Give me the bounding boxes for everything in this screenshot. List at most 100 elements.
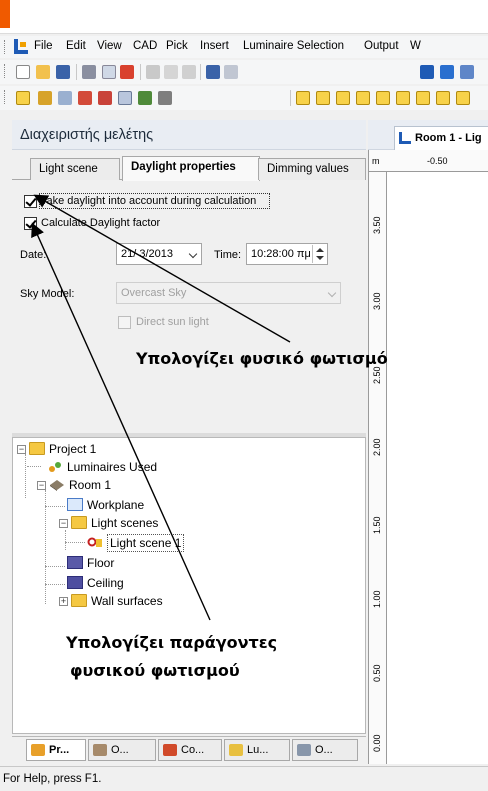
save-icon[interactable] (56, 65, 70, 79)
new-icon[interactable] (16, 65, 30, 79)
side-view-icon[interactable] (460, 65, 474, 79)
calc-ugr-icon[interactable] (456, 91, 470, 105)
calc-surface-icon[interactable] (336, 91, 350, 105)
spin-up-icon[interactable] (316, 248, 324, 252)
tab-label: Co... (181, 744, 205, 756)
tree-item-project[interactable]: − Project 1 (13, 440, 173, 458)
document-tab-room1[interactable]: Room 1 - Lig (394, 126, 488, 150)
calc-daylight-factor-checkbox[interactable] (24, 217, 37, 230)
calc-line-icon[interactable] (376, 91, 390, 105)
time-field[interactable]: 10:28:00 πμ (246, 243, 328, 265)
tab-colors[interactable]: Co... (158, 739, 222, 761)
menu-edit[interactable]: Edit (66, 40, 86, 52)
zoom-window-icon[interactable] (118, 91, 132, 105)
document-tab-label: Room 1 - Lig (415, 132, 482, 144)
print-preview-icon[interactable] (102, 65, 116, 79)
colors-icon (163, 744, 177, 756)
calc-area-icon[interactable] (396, 91, 410, 105)
pdf-icon[interactable] (120, 65, 134, 79)
take-daylight-checkbox[interactable] (24, 195, 37, 208)
ruler-vertical: 3.50 3.00 2.50 2.00 1.50 1.00 0.50 0.00 (369, 172, 387, 764)
tree-item-ceiling[interactable]: Ceiling (67, 574, 167, 592)
calc-room-icon[interactable] (436, 91, 450, 105)
menu-insert[interactable]: Insert (200, 40, 229, 52)
date-picker[interactable]: 21/ 3/2013 (116, 243, 202, 265)
redo-icon[interactable] (224, 65, 238, 79)
menu-pick[interactable]: Pick (166, 40, 188, 52)
pick-icon[interactable] (158, 91, 172, 105)
chevron-down-icon[interactable] (188, 249, 198, 259)
tab-project[interactable]: Pr... (26, 739, 86, 761)
project-manager-header: Διαχειριστής μελέτης (12, 120, 366, 150)
direct-sun-checkbox[interactable] (118, 316, 131, 329)
3d-view-icon[interactable] (420, 65, 434, 79)
tree-item-luminaires-used[interactable]: Luminaires Used (47, 458, 197, 476)
light-scene-icon (87, 537, 102, 547)
tab-daylight-properties[interactable]: Daylight properties (122, 156, 260, 181)
dxf-icon[interactable] (356, 91, 370, 105)
menu-grip[interactable] (4, 40, 7, 54)
time-spinner[interactable] (312, 245, 326, 263)
calc-object-icon[interactable] (416, 91, 430, 105)
ruler-tick-label: 2.00 (372, 438, 382, 456)
open-icon[interactable] (36, 65, 50, 79)
arrange-icon[interactable] (78, 91, 92, 105)
ruler-tick-label: 0.50 (372, 664, 382, 682)
tree-connector (27, 466, 41, 467)
copy-icon[interactable] (164, 65, 178, 79)
tab-objects[interactable]: O... (88, 739, 156, 761)
plan-view-icon[interactable] (440, 65, 454, 79)
spin-down-icon[interactable] (316, 256, 324, 260)
tab-luminaires[interactable]: Lu... (224, 739, 290, 761)
toolbar-grip[interactable] (4, 64, 7, 78)
menu-cad[interactable]: CAD (133, 40, 157, 52)
calc-grid-icon[interactable] (296, 91, 310, 105)
cad-toolbar (0, 86, 488, 110)
document-tabbar: Room 1 - Lig (368, 120, 488, 150)
calc-daylight-factor-label[interactable]: Calculate Daylight factor (41, 217, 160, 229)
room-icon (50, 480, 64, 491)
toolbar-grip[interactable] (4, 90, 7, 104)
undo-icon[interactable] (206, 65, 220, 79)
floor-icon (67, 556, 83, 569)
app-logo-icon[interactable] (14, 39, 28, 54)
expand-icon[interactable]: + (59, 597, 68, 606)
select-icon[interactable] (16, 91, 30, 105)
collapse-icon[interactable]: − (59, 519, 68, 528)
menu-luminaire-selection[interactable]: Luminaire Selection (243, 40, 344, 52)
menu-view[interactable]: View (97, 40, 122, 52)
tree-item-wall-surfaces[interactable]: + Wall surfaces (13, 592, 193, 610)
ruler-tick-label: 3.50 (372, 216, 382, 234)
take-daylight-label[interactable]: Take daylight into account during calcul… (41, 195, 256, 207)
tree-item-room[interactable]: − Room 1 (13, 476, 133, 494)
move-icon[interactable] (58, 91, 72, 105)
tab-dimming-values[interactable]: Dimming values (258, 158, 366, 180)
sky-model-select[interactable]: Overcast Sky (116, 282, 341, 304)
rotate-icon[interactable] (38, 91, 52, 105)
plan-view-icon (399, 132, 411, 144)
collapse-icon[interactable]: − (37, 481, 46, 490)
project-icon (31, 744, 45, 756)
time-label: Time: (214, 249, 242, 261)
align-icon[interactable] (98, 91, 112, 105)
toolbar-separator (200, 64, 201, 80)
paste-icon[interactable] (182, 65, 196, 79)
print-icon[interactable] (82, 65, 96, 79)
calc-point-icon[interactable] (316, 91, 330, 105)
tab-label: O... (111, 744, 129, 756)
tree-item-floor[interactable]: Floor (67, 554, 167, 572)
collapse-icon[interactable]: − (17, 445, 26, 454)
tree-item-light-scene-1[interactable]: Light scene 1 (87, 534, 217, 552)
menu-window[interactable]: W (410, 40, 421, 52)
menu-file[interactable]: File (34, 40, 53, 52)
cad-drawing-area[interactable]: m -0.50 3.50 3.00 2.50 2.00 1.50 1.00 0.… (368, 150, 488, 764)
cut-icon[interactable] (146, 65, 160, 79)
tab-light-scene[interactable]: Light scene (30, 158, 120, 180)
tab-output[interactable]: O... (292, 739, 358, 761)
menu-output[interactable]: Output (364, 40, 399, 52)
direct-sun-label[interactable]: Direct sun light (136, 316, 209, 328)
tree-item-light-scenes[interactable]: − Light scenes (13, 514, 173, 532)
tree-item-workplane[interactable]: Workplane (67, 496, 197, 514)
luminaires-icon (49, 462, 61, 472)
measure-icon[interactable] (138, 91, 152, 105)
